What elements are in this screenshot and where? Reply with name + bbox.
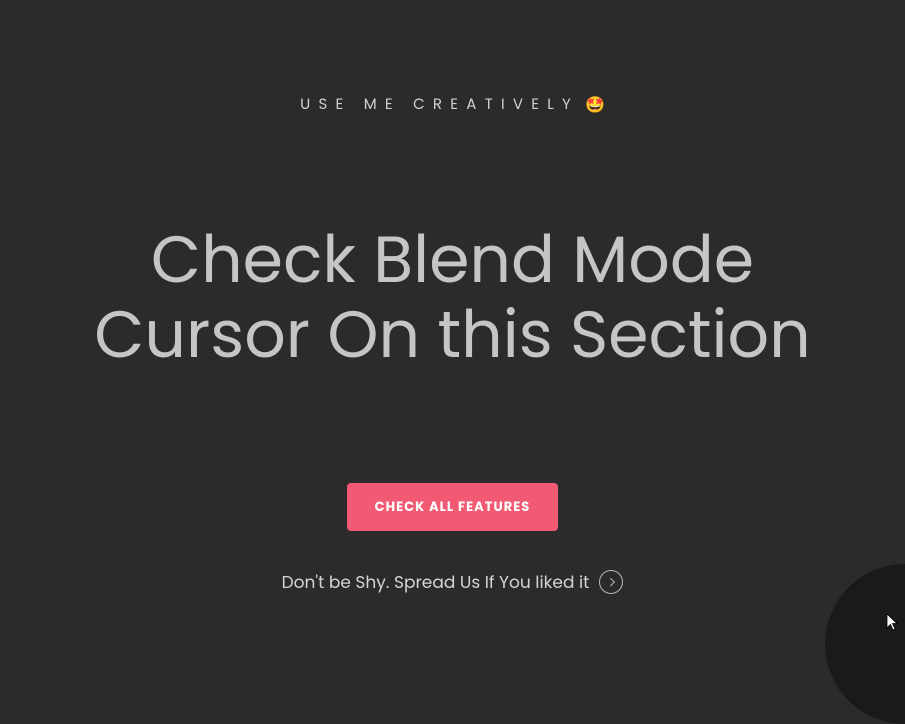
hero-section: USE ME CREATIVELY 🤩 Check Blend Mode Cur… bbox=[0, 0, 905, 644]
eyebrow: USE ME CREATIVELY 🤩 bbox=[300, 92, 605, 117]
chevron-right-icon bbox=[606, 578, 614, 586]
headline: Check Blend Mode Cursor On this Section bbox=[63, 223, 843, 373]
tagline-row: Don't be Shy. Spread Us If You liked it bbox=[282, 569, 624, 595]
tagline-text: Don't be Shy. Spread Us If You liked it bbox=[282, 569, 590, 595]
star-struck-emoji-icon: 🤩 bbox=[585, 92, 605, 117]
eyebrow-text: USE ME CREATIVELY bbox=[300, 93, 579, 116]
check-features-button[interactable]: CHECK ALL FEATURES bbox=[347, 483, 559, 531]
share-icon-button[interactable] bbox=[599, 570, 623, 594]
cursor-arrow-icon bbox=[886, 613, 900, 631]
